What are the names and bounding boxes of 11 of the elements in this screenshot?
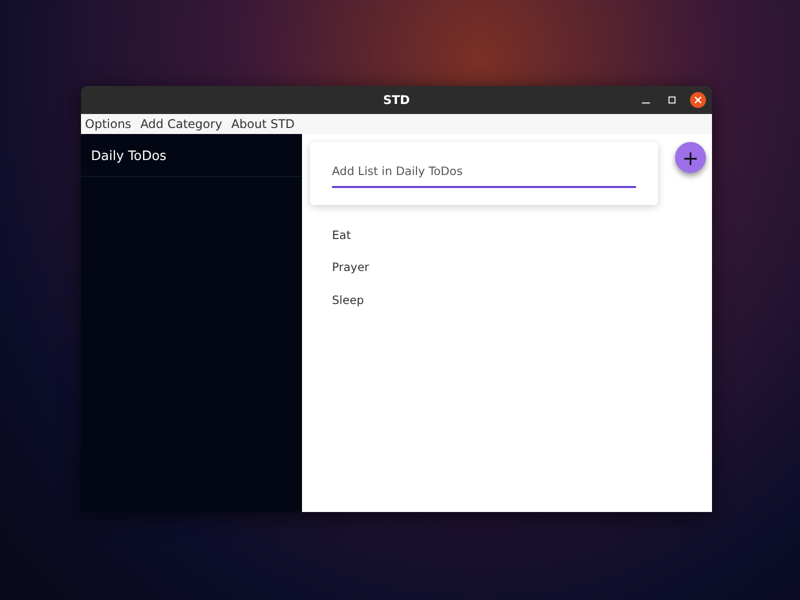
list-item[interactable]: Prayer xyxy=(332,259,370,276)
list-item[interactable]: Eat xyxy=(332,226,351,244)
menu-item[interactable]: Options xyxy=(85,115,132,133)
add-button[interactable]: + xyxy=(675,142,706,173)
window-title: STD xyxy=(383,92,410,109)
list-item[interactable]: Sleep xyxy=(332,292,364,309)
menu-item[interactable]: About STD xyxy=(231,115,295,133)
close-button[interactable] xyxy=(690,92,706,108)
close-icon xyxy=(694,96,702,104)
maximize-icon xyxy=(668,96,676,104)
menu-item[interactable]: Add Category xyxy=(140,115,222,133)
